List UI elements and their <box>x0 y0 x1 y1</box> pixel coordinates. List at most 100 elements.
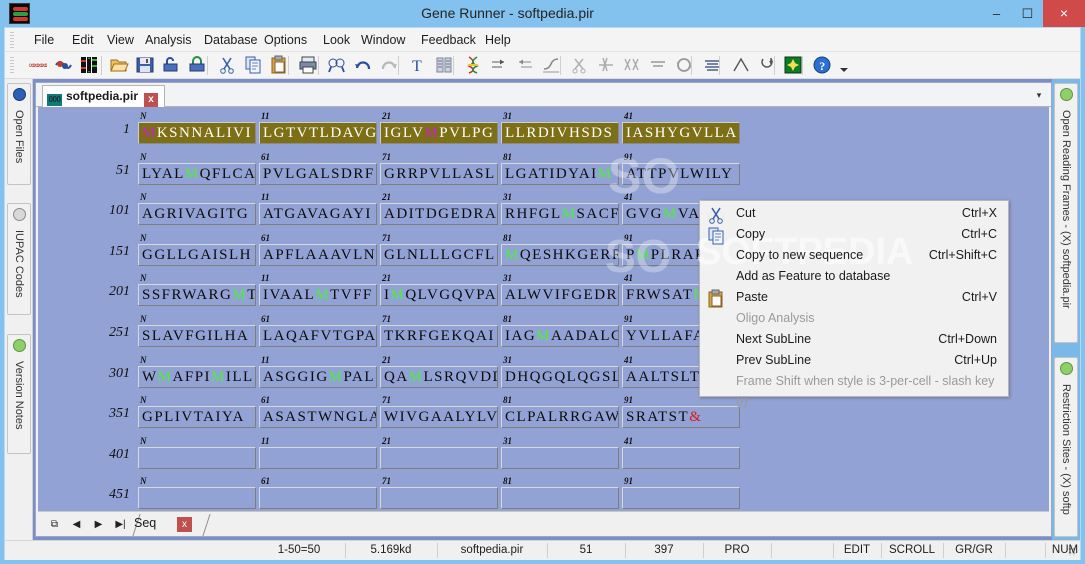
circular-map-icon[interactable] <box>757 55 779 76</box>
dna-sequence-icon[interactable]: ∞∞∞∞∞ <box>27 55 49 76</box>
melting-curve-icon[interactable] <box>541 55 563 76</box>
sequence-cell[interactable] <box>138 487 256 509</box>
sequence-cell[interactable]: ASGGIGMPAL <box>259 366 377 388</box>
context-menu-item-cut[interactable]: CutCtrl+X <box>701 203 1007 224</box>
unlock-icon[interactable] <box>161 55 183 76</box>
sequence-cell[interactable]: GPLIVTAIYA <box>138 406 256 428</box>
left-sidebar-tab-2[interactable]: Version Notes <box>7 334 31 454</box>
cut-icon[interactable] <box>217 55 239 76</box>
sequence-cell[interactable]: MKSNNALIVI <box>138 122 256 144</box>
sequence-cell[interactable]: ATTPVLWILY <box>622 163 740 185</box>
open-folder-icon[interactable] <box>109 55 131 76</box>
sequence-cell[interactable]: ATGAVAGAYI <box>259 203 377 225</box>
sequence-cell[interactable] <box>138 447 256 469</box>
gel-electrophoresis-icon[interactable] <box>53 55 75 76</box>
sequence-cell[interactable]: ASASTWNGLA <box>259 406 377 428</box>
minimize-button[interactable]: – <box>981 0 1012 27</box>
toolbar-overflow-icon[interactable] <box>834 59 846 80</box>
sequence-cell[interactable]: LAQAFVTGPA <box>259 325 377 347</box>
sequence-cell[interactable] <box>259 487 377 509</box>
save-icon[interactable] <box>135 55 157 76</box>
sequence-cell[interactable]: CLPALRRGAW <box>501 406 619 428</box>
next-record-button[interactable]: ▶ <box>90 516 107 533</box>
colors-icon[interactable] <box>783 55 805 76</box>
sequence-cell[interactable]: SRATST& <box>622 406 740 428</box>
context-menu-item-copy-to-new-sequence[interactable]: Copy to new sequenceCtrl+Shift+C <box>701 245 1007 266</box>
circularize-icon[interactable] <box>674 55 696 76</box>
left-sidebar-tab-0[interactable]: Open Files <box>7 83 31 185</box>
sequence-cell[interactable] <box>380 447 498 469</box>
sequence-cell[interactable]: IGLVMPVLPG <box>380 122 498 144</box>
sequence-cell[interactable]: AGRIVAGITG <box>138 203 256 225</box>
sequence-cell[interactable]: RHFGLMSACF <box>501 203 619 225</box>
dna-helix-icon[interactable] <box>463 55 485 76</box>
restriction-cut-icon[interactable] <box>570 55 592 76</box>
translate-icon[interactable] <box>434 55 456 76</box>
left-sidebar-tab-1[interactable]: IUPAC Codes <box>7 203 31 315</box>
maximize-button[interactable]: ☐ <box>1012 0 1043 27</box>
sequence-cell[interactable]: ADITDGEDRA <box>380 203 498 225</box>
align-icon[interactable] <box>702 55 724 76</box>
redo-icon[interactable] <box>379 55 401 76</box>
sequence-cell[interactable]: GGLLGAISLH <box>138 244 256 266</box>
document-tab-softpedia[interactable]: 000softpedia.pirx <box>42 85 165 107</box>
sequence-cell[interactable]: GLNLLLGCFL <box>380 244 498 266</box>
sequence-cell[interactable]: LLRDIVHSDS <box>501 122 619 144</box>
prev-record-button[interactable]: ◀ <box>68 516 85 533</box>
document-tab-close-icon[interactable]: x <box>144 93 158 107</box>
sequence-cell[interactable]: IMQLVGQVPA <box>380 284 498 306</box>
text-tool-icon[interactable]: T <box>408 55 430 76</box>
undo-icon[interactable] <box>353 55 375 76</box>
menu-item-database[interactable]: Database <box>197 28 265 52</box>
menu-item-analysis[interactable]: Analysis <box>138 28 199 52</box>
menu-item-options[interactable]: Options <box>257 28 314 52</box>
sequence-cell[interactable] <box>622 487 740 509</box>
sequence-cell[interactable]: WMAFPIMILL <box>138 366 256 388</box>
toolbar-drag-grip[interactable] <box>10 57 14 74</box>
find-icon[interactable] <box>327 55 349 76</box>
sequence-cell[interactable]: IVAALMTVFF <box>259 284 377 306</box>
context-menu-item-next-subline[interactable]: Next SubLineCtrl+Down <box>701 329 1007 350</box>
sequence-cell[interactable]: MQESHKGERR <box>501 244 619 266</box>
sequence-cell[interactable] <box>380 487 498 509</box>
menu-item-view[interactable]: View <box>100 28 141 52</box>
seq-tab-label[interactable]: Seq <box>134 516 156 530</box>
sequence-cell[interactable]: LGTVTLDAVG <box>259 122 377 144</box>
sequence-cell[interactable]: DHQGQLQGSL <box>501 366 619 388</box>
sequence-cell[interactable]: APFLAAAVLN <box>259 244 377 266</box>
sequence-cell[interactable]: SSFRWARGMT <box>138 284 256 306</box>
sequence-cell[interactable]: SLAVFGILHA <box>138 325 256 347</box>
lock-icon[interactable] <box>187 55 209 76</box>
menu-item-help[interactable]: Help <box>478 28 518 52</box>
sequence-cell[interactable] <box>501 487 619 509</box>
sequence-cell[interactable]: GRRPVLLASL <box>380 163 498 185</box>
right-sidebar-tab-0[interactable]: Open Reading Frames - (X) softpedia.pir <box>1054 83 1078 343</box>
primer-forward-icon[interactable] <box>489 55 511 76</box>
linear-map-icon[interactable] <box>731 55 753 76</box>
menu-drag-grip[interactable] <box>10 32 14 48</box>
sequence-cell[interactable]: WIVGAALYLV <box>380 406 498 428</box>
ligate-icon[interactable] <box>648 55 670 76</box>
copy-icon[interactable] <box>243 55 265 76</box>
primer-reverse-icon[interactable] <box>515 55 537 76</box>
sequence-cell[interactable]: TKRFGEKQAI <box>380 325 498 347</box>
seq-tab-close-icon[interactable]: x <box>177 517 192 532</box>
right-sidebar-tab-1[interactable]: Restriction Sites - (X) softp <box>1054 357 1078 537</box>
digest-single-icon[interactable] <box>596 55 618 76</box>
sequence-cell[interactable]: IAGMAADALG <box>501 325 619 347</box>
last-record-button[interactable]: ▶| <box>112 516 129 533</box>
sequence-cell[interactable] <box>501 447 619 469</box>
sequence-cell[interactable] <box>622 447 740 469</box>
menu-item-window[interactable]: Window <box>354 28 412 52</box>
chevron-down-icon[interactable]: ▾ <box>1031 87 1047 103</box>
digest-double-icon[interactable] <box>622 55 644 76</box>
menu-item-feedback[interactable]: Feedback <box>414 28 483 52</box>
close-button[interactable]: × <box>1043 0 1085 27</box>
menu-item-edit[interactable]: Edit <box>65 28 101 52</box>
sequence-cell[interactable]: ALWVIFGEDR <box>501 284 619 306</box>
menu-item-file[interactable]: File <box>27 28 61 52</box>
first-record-button[interactable]: ⧉ <box>46 516 63 533</box>
help-icon[interactable]: ? <box>812 55 834 76</box>
sequence-cell[interactable] <box>259 447 377 469</box>
context-menu-item-paste[interactable]: PasteCtrl+V <box>701 287 1007 308</box>
